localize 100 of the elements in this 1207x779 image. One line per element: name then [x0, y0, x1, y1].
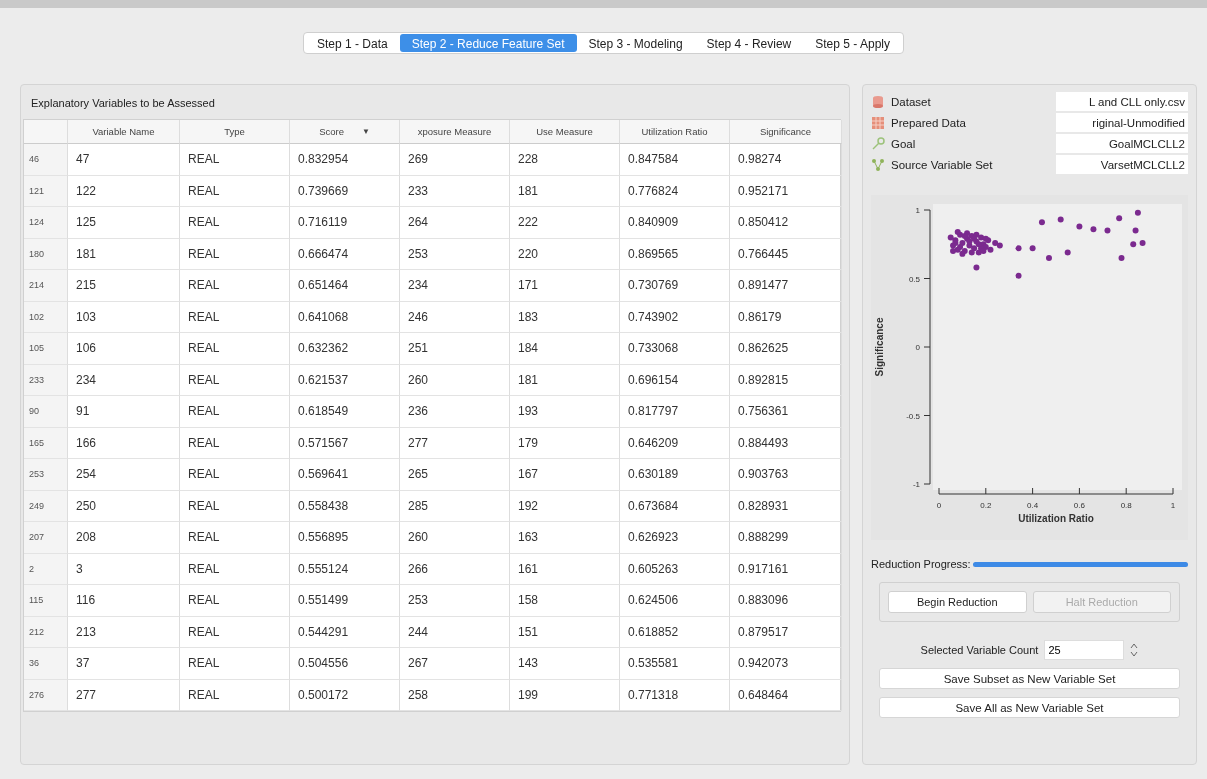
table-cell: 0.630189 — [620, 459, 730, 491]
table-cell: 0.504556 — [290, 648, 400, 680]
table-cell: 0.569641 — [290, 459, 400, 491]
table-cell: 0.832954 — [290, 144, 400, 176]
table-cell: 47 — [68, 144, 180, 176]
table-cell: 234 — [400, 270, 510, 302]
table-cell: 181 — [510, 175, 620, 207]
table-cell: 184 — [510, 333, 620, 365]
count-label: Selected Variable Count — [920, 644, 1039, 656]
table-cell: 0.500172 — [290, 679, 400, 711]
table-cell: REAL — [180, 679, 290, 711]
table-cell: 0.862625 — [730, 333, 842, 365]
table-cell: 0.551499 — [290, 585, 400, 617]
table-cell: 0.892815 — [730, 364, 842, 396]
row-number: 115 — [24, 585, 68, 617]
table-cell: REAL — [180, 396, 290, 428]
table-cell: 0.535581 — [620, 648, 730, 680]
row-number: 124 — [24, 207, 68, 239]
table-cell: 116 — [68, 585, 180, 617]
context-label: Dataset — [891, 95, 932, 108]
table-cell: 228 — [510, 144, 620, 176]
table-cell: 0.828931 — [730, 490, 842, 522]
table-cell: 106 — [68, 333, 180, 365]
row-number: 180 — [24, 238, 68, 270]
table-cell: REAL — [180, 238, 290, 270]
sort-indicator: ▼ — [361, 127, 370, 136]
table-cell: 0.632362 — [290, 333, 400, 365]
table-cell: 151 — [510, 616, 620, 648]
table-cell: 260 — [400, 522, 510, 554]
table-cell: 0.556895 — [290, 522, 400, 554]
table-cell: REAL — [180, 270, 290, 302]
table-cell: 0.641068 — [290, 301, 400, 333]
table-cell: 265 — [400, 459, 510, 491]
context-field: L and CLL only.csv — [1056, 92, 1188, 111]
table-cell: 267 — [400, 648, 510, 680]
table-cell: 254 — [68, 459, 180, 491]
table-cell: REAL — [180, 175, 290, 207]
table-cell: 234 — [68, 364, 180, 396]
table-cell: 143 — [510, 648, 620, 680]
table-cell: 253 — [400, 238, 510, 270]
table-cell: 260 — [400, 364, 510, 396]
table-cell: 0.558438 — [290, 490, 400, 522]
table-cell: 158 — [510, 585, 620, 617]
table-cell: 250 — [68, 490, 180, 522]
row-number: 207 — [24, 522, 68, 554]
row-number: 276 — [24, 679, 68, 711]
row-number: 102 — [24, 301, 68, 333]
table-cell: 264 — [400, 207, 510, 239]
table-cell: REAL — [180, 144, 290, 176]
table-cell: 253 — [400, 585, 510, 617]
table-cell: 236 — [400, 396, 510, 428]
tick-label: 0.8 — [1120, 501, 1132, 510]
table-cell: 0.743902 — [620, 301, 730, 333]
table-cell: 0.888299 — [730, 522, 842, 554]
header-label: Score — [319, 126, 344, 137]
table-cell: REAL — [180, 333, 290, 365]
table-cell: 103 — [68, 301, 180, 333]
table-cell: 213 — [68, 616, 180, 648]
axis-title: Significance — [874, 317, 885, 377]
table-cell: 199 — [510, 679, 620, 711]
table-cell: 125 — [68, 207, 180, 239]
row-number: 214 — [24, 270, 68, 302]
row-number: 90 — [24, 396, 68, 428]
table-cell: 266 — [400, 553, 510, 585]
table-cell: 0.618852 — [620, 616, 730, 648]
table-cell: 0.733068 — [620, 333, 730, 365]
tick-label: 0.2 — [980, 501, 992, 510]
row-number: 105 — [24, 333, 68, 365]
context-label: Prepared Data — [891, 116, 967, 129]
table-cell: 0.648464 — [730, 679, 842, 711]
table-cell: REAL — [180, 648, 290, 680]
row-number: 233 — [24, 364, 68, 396]
context-field: VarsetMCLCLL2 — [1056, 155, 1188, 174]
table-cell: 0.544291 — [290, 616, 400, 648]
table-cell: 0.771318 — [620, 679, 730, 711]
row-number: 46 — [24, 144, 68, 176]
table-cell: 171 — [510, 270, 620, 302]
table-cell: REAL — [180, 522, 290, 554]
table-cell: 0.766445 — [730, 238, 842, 270]
row-number: 165 — [24, 427, 68, 459]
table-cell: 3 — [68, 553, 180, 585]
table-cell: 220 — [510, 238, 620, 270]
row-number: 121 — [24, 175, 68, 207]
table-cell: 0.739669 — [290, 175, 400, 207]
table-cell: 181 — [510, 364, 620, 396]
table-cell: 0.817797 — [620, 396, 730, 428]
table-cell: 0.917161 — [730, 553, 842, 585]
progress-label: Reduction Progress: — [871, 558, 971, 570]
tick-label: 0.6 — [1073, 501, 1085, 510]
table-cell: 0.621537 — [290, 364, 400, 396]
table-cell: 179 — [510, 427, 620, 459]
table-cell: 193 — [510, 396, 620, 428]
panel-title: Explanatory Variables to be Assessed — [31, 97, 216, 109]
table-cell: 0.716119 — [290, 207, 400, 239]
table-cell: 37 — [68, 648, 180, 680]
context-field: GoalMCLCLL2 — [1056, 134, 1188, 153]
table-cell: 0.646209 — [620, 427, 730, 459]
table-cell: 0.952171 — [730, 175, 842, 207]
table-cell: 163 — [510, 522, 620, 554]
table-cell: 0.903763 — [730, 459, 842, 491]
